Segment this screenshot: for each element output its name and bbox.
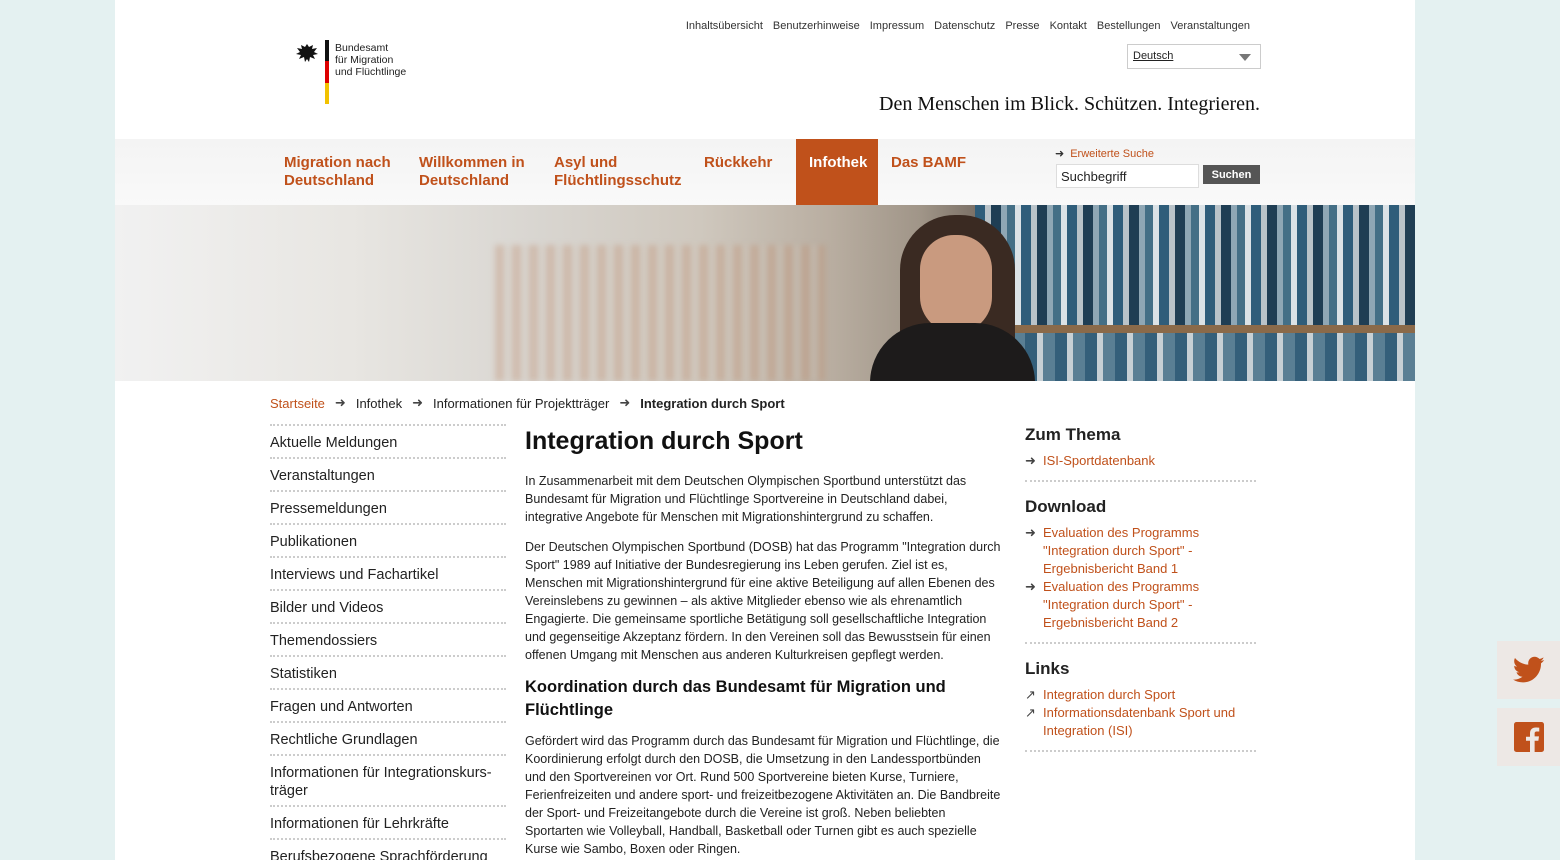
sidebar-item-integrationskurstraeger[interactable]: Informationen für Integrationskurs-träge… <box>270 756 506 807</box>
sidebar-item-veranstaltungen[interactable]: Veranstaltungen <box>270 459 506 492</box>
nav-migration-nach-deutschland[interactable]: Migration nach Deutschland <box>284 139 391 205</box>
arrow-right-icon: ➜ <box>1025 579 1036 594</box>
download-link-band-2[interactable]: ➜ Evaluation des Programms "Integration … <box>1025 578 1256 632</box>
main-content: Integration durch Sport In Zusammenarbei… <box>525 425 1005 860</box>
german-flag-bar <box>325 40 329 104</box>
links-block: Links ↗ Integration durch Sport ↗ Inform… <box>1025 658 1256 752</box>
sidebar-item-themendossiers[interactable]: Themendossiers <box>270 624 506 657</box>
sidebar-item-statistiken[interactable]: Statistiken <box>270 657 506 690</box>
nav-asyl-und-fluechtlingsschutz[interactable]: Asyl und Flüchtlingsschutz <box>554 139 682 205</box>
arrow-right-icon: ➜ <box>334 395 346 410</box>
search-button[interactable]: Suchen <box>1203 165 1260 184</box>
external-link-icon: ↗ <box>1025 687 1036 702</box>
meta-nav-impressum[interactable]: Impressum <box>870 20 924 32</box>
download-heading: Download <box>1025 497 1107 516</box>
meta-nav-kontakt[interactable]: Kontakt <box>1050 20 1087 32</box>
sidebar-item-lehrkraefte[interactable]: Informationen für Lehrkräfte <box>270 807 506 840</box>
page: Inhaltsübersicht Benutzerhinweise Impres… <box>115 0 1415 860</box>
breadcrumb: Startseite ➜ Infothek ➜ Informationen fü… <box>270 395 785 411</box>
meta-nav-datenschutz[interactable]: Datenschutz <box>934 20 995 32</box>
breadcrumb-home[interactable]: Startseite <box>270 396 325 411</box>
external-link-icon: ↗ <box>1025 705 1036 720</box>
nav-rueckkehr[interactable]: Rückkehr <box>704 139 772 205</box>
language-selected-value: Deutsch <box>1133 50 1174 62</box>
article-paragraph: Gefördert wird das Programm durch das Bu… <box>525 734 1001 856</box>
hero-image <box>115 205 1415 381</box>
twitter-icon <box>1512 656 1544 683</box>
sidebar-nav: Aktuelle Meldungen Veranstaltungen Press… <box>270 424 506 860</box>
meta-nav-inhaltsuebersicht[interactable]: Inhaltsübersicht <box>686 20 763 32</box>
zum-thema-heading: Zum Thema <box>1025 425 1121 444</box>
bamf-logo[interactable]: Bundesamt für Migration und Flüchtlinge <box>295 40 406 104</box>
breadcrumb-infothek[interactable]: Infothek <box>356 396 402 411</box>
external-link-integration-durch-sport[interactable]: ↗ Integration durch Sport <box>1025 686 1256 704</box>
nav-infothek[interactable]: Infothek <box>796 139 878 205</box>
meta-nav: Inhaltsübersicht Benutzerhinweise Impres… <box>686 20 1250 32</box>
sidebar-item-publikationen[interactable]: Publikationen <box>270 525 506 558</box>
sidebar-item-rechtliche-grundlagen[interactable]: Rechtliche Grundlagen <box>270 723 506 756</box>
arrow-right-icon: ➜ <box>412 395 423 410</box>
page-title: Integration durch Sport <box>525 427 803 455</box>
link-isi-sportdatenbank[interactable]: ➜ ISI-Sportdatenbank <box>1025 452 1256 470</box>
language-select[interactable]: Deutsch <box>1127 44 1261 69</box>
download-link-band-1[interactable]: ➜ Evaluation des Programms "Integration … <box>1025 524 1256 578</box>
sidebar-item-sprachfoerderung[interactable]: Berufsbezogene Sprachförderung <box>270 840 506 860</box>
sidebar-item-aktuelle-meldungen[interactable]: Aktuelle Meldungen <box>270 424 506 459</box>
federal-eagle-icon <box>296 44 318 62</box>
right-column: Zum Thema ➜ ISI-Sportdatenbank Download … <box>1025 424 1256 766</box>
breadcrumb-projekttraeger[interactable]: Informationen für Projektträger <box>433 396 609 411</box>
article-paragraph: In Zusammenarbeit mit dem Deutschen Olym… <box>525 474 967 524</box>
sidebar-item-pressemeldungen[interactable]: Pressemeldungen <box>270 492 506 525</box>
sidebar-item-interviews[interactable]: Interviews und Fachartikel <box>270 558 506 591</box>
slogan: Den Menschen im Blick. Schützen. Integri… <box>879 93 1260 115</box>
arrow-right-icon: ➜ <box>1055 148 1065 160</box>
meta-nav-benutzerhinweise[interactable]: Benutzerhinweise <box>773 20 860 32</box>
facebook-icon <box>1513 722 1544 752</box>
nav-willkommen-in-deutschland[interactable]: Willkommen in Deutschland <box>419 139 525 205</box>
section-heading: Koordination durch das Bundesamt für Mig… <box>525 678 946 719</box>
logo-text: Bundesamt für Migration und Flüchtlinge <box>335 42 407 78</box>
meta-nav-veranstaltungen[interactable]: Veranstaltungen <box>1170 20 1250 32</box>
sidebar-item-fragen-antworten[interactable]: Fragen und Antworten <box>270 690 506 723</box>
external-link-isi[interactable]: ↗ Informationsdatenbank Sport und Integr… <box>1025 704 1256 740</box>
arrow-right-icon: ➜ <box>619 395 631 410</box>
advanced-search-link[interactable]: ➜ Erweiterte Suche <box>1055 147 1154 160</box>
breadcrumb-current: Integration durch Sport <box>640 395 785 411</box>
nav-das-bamf[interactable]: Das BAMF <box>891 139 966 205</box>
arrow-right-icon: ➜ <box>1025 525 1036 540</box>
article-paragraph: Der Deutschen Olympischen Sportbund (DOS… <box>525 540 1001 662</box>
facebook-share-button[interactable] <box>1497 708 1560 766</box>
chevron-down-icon <box>1239 54 1251 61</box>
search-input[interactable] <box>1056 164 1199 188</box>
links-heading: Links <box>1025 659 1070 678</box>
arrow-right-icon: ➜ <box>1025 453 1036 468</box>
zum-thema-block: Zum Thema ➜ ISI-Sportdatenbank <box>1025 424 1256 482</box>
download-block: Download ➜ Evaluation des Programms "Int… <box>1025 496 1256 644</box>
meta-nav-bestellungen[interactable]: Bestellungen <box>1097 20 1161 32</box>
sidebar-item-bilder-videos[interactable]: Bilder und Videos <box>270 591 506 624</box>
meta-nav-presse[interactable]: Presse <box>1005 20 1039 32</box>
twitter-share-button[interactable] <box>1497 641 1560 699</box>
